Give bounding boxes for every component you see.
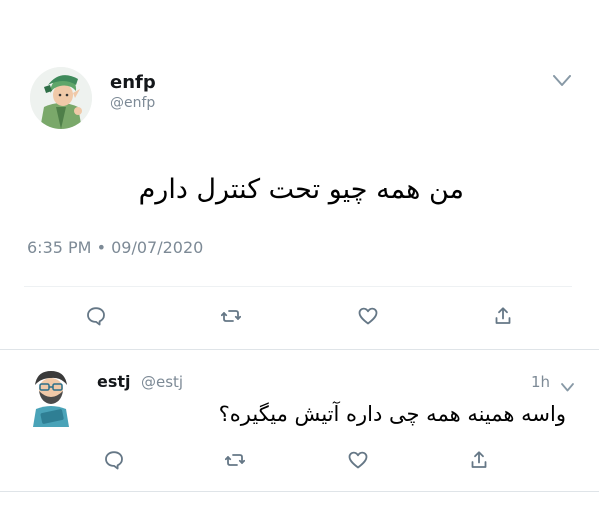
share-icon[interactable] — [493, 306, 513, 326]
elf-character-avatar — [30, 67, 92, 129]
user-handle[interactable]: @estj — [141, 373, 183, 391]
retweet-icon[interactable] — [221, 306, 241, 326]
tweet-text: واسه همینه همه چی داره آتیش میگیره؟ — [218, 402, 566, 426]
display-name[interactable]: enfp — [110, 72, 156, 93]
relative-time[interactable]: 1h — [531, 373, 550, 391]
bearded-character-avatar — [33, 371, 69, 427]
tweet-time: 6:35 PM — [27, 238, 92, 257]
avatar[interactable] — [27, 367, 75, 427]
retweet-icon[interactable] — [225, 450, 245, 470]
reply-icon[interactable] — [104, 450, 124, 470]
chevron-down-icon[interactable] — [561, 377, 574, 392]
separator-dot: • — [96, 238, 112, 257]
divider — [0, 491, 599, 492]
tweet-text: من همه چیو تحت کنترل دارم — [138, 174, 464, 205]
avatar[interactable] — [30, 67, 92, 129]
like-icon[interactable] — [348, 450, 368, 470]
tweet-date: 09/07/2020 — [111, 238, 204, 257]
like-icon[interactable] — [358, 306, 378, 326]
divider — [24, 286, 572, 287]
display-name[interactable]: estj — [97, 372, 131, 391]
tweet-timestamp[interactable]: 6:35 PM • 09/07/2020 — [27, 238, 203, 257]
reply-icon[interactable] — [86, 306, 106, 326]
divider — [0, 349, 599, 350]
chevron-down-icon[interactable] — [553, 72, 571, 86]
share-icon[interactable] — [469, 450, 489, 470]
user-handle[interactable]: @enfp — [110, 95, 155, 111]
